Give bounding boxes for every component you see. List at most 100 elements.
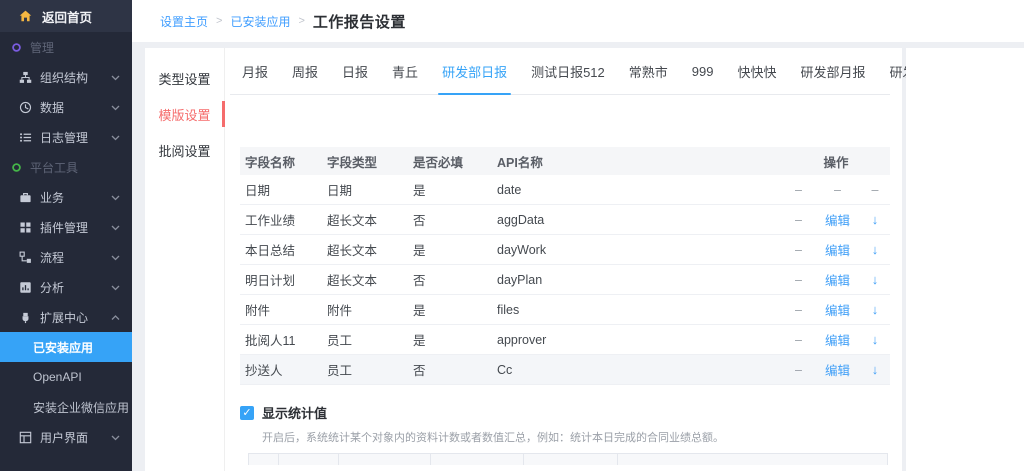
settings-menu: 类型设置 模版设置 批阅设置 [145, 48, 225, 471]
sidebar-home-button[interactable]: 返回首页 [0, 0, 132, 32]
edit-link[interactable]: 编辑 [815, 300, 860, 319]
sidebar-item-plugins[interactable]: 插件管理 [0, 212, 132, 242]
move-down-icon[interactable]: ↓ [860, 272, 890, 287]
tab-rnd-daily[interactable]: 研发部日报 [430, 48, 519, 94]
settings-menu-type[interactable]: 类型设置 [145, 60, 224, 96]
action-dash: – [815, 183, 860, 197]
cell-api-name: approver [497, 333, 782, 347]
sidebar-item-data[interactable]: 数据 [0, 92, 132, 122]
cell-api-name: dayPlan [497, 273, 782, 287]
sidebar-menu: 管理 组织结构 数据 日志管理 平台工具 业务 插件管理 [0, 32, 132, 452]
breadcrumb-settings-home[interactable]: 设置主页 [160, 13, 208, 30]
tab-kuaikuaikuai[interactable]: 快快快 [726, 48, 789, 94]
sidebar-item-extension-center[interactable]: 扩展中心 [0, 302, 132, 332]
cell-required: 否 [413, 360, 497, 379]
sidebar-home-label: 返回首页 [42, 7, 92, 26]
cell-field-type: 超长文本 [327, 210, 413, 229]
edit-link[interactable]: 编辑 [815, 210, 860, 229]
action-dash: – [782, 333, 815, 347]
sidebar-group-label: 管理 [30, 39, 54, 56]
sidebar-item-label: 插件管理 [40, 219, 88, 236]
col-header-actions: 操作 [782, 152, 890, 171]
sidebar-subitem-install-wecom-app[interactable]: 安装企业微信应用 [0, 392, 132, 422]
show-stats-checkbox[interactable]: ✓ [240, 406, 254, 420]
table-row: 抄送人 员工 否 Cc – 编辑 ↓ [240, 355, 890, 385]
page-title: 工作报告设置 [313, 11, 406, 32]
tab-qingqiu[interactable]: 青丘 [380, 48, 430, 94]
table-header-row: 字段名称 字段类型 是否必填 API名称 操作 [240, 147, 890, 175]
tab-rnd-monthly[interactable]: 研发部月报 [789, 48, 878, 94]
sidebar-item-org[interactable]: 组织结构 [0, 62, 132, 92]
chevron-down-icon [111, 218, 120, 236]
cell-field-name: 批阅人11 [240, 330, 327, 349]
sidebar-item-label: 用户界面 [40, 429, 88, 446]
sidebar-item-label: 分析 [40, 279, 64, 296]
col-header-field-type: 字段类型 [327, 152, 413, 171]
sidebar: 返回首页 管理 组织结构 数据 日志管理 平台工具 业务 [0, 0, 132, 471]
move-down-icon[interactable]: ↓ [860, 362, 890, 377]
cell-field-type: 员工 [327, 360, 413, 379]
edit-link[interactable]: 编辑 [815, 270, 860, 289]
edit-link[interactable]: 编辑 [815, 240, 860, 259]
chevron-down-icon [111, 188, 120, 206]
cell-api-name: date [497, 183, 782, 197]
cell-required: 是 [413, 240, 497, 259]
edit-link[interactable]: 编辑 [815, 360, 860, 379]
move-down-icon[interactable]: ↓ [860, 332, 890, 347]
breadcrumb-installed-apps[interactable]: 已安装应用 [230, 13, 290, 30]
sidebar-subitem-installed-apps[interactable]: 已安装应用 [0, 332, 132, 362]
tab-daily[interactable]: 日报 [330, 48, 380, 94]
cell-field-name: 本日总结 [240, 240, 327, 259]
sidebar-item-label: 组织结构 [40, 69, 88, 86]
cell-api-name: aggData [497, 213, 782, 227]
action-dash: – [782, 183, 815, 197]
sidebar-item-analytics[interactable]: 分析 [0, 272, 132, 302]
move-down-icon[interactable]: ↓ [860, 302, 890, 317]
briefcase-icon [19, 191, 32, 204]
cell-field-type: 员工 [327, 330, 413, 349]
ring-purple-icon [10, 41, 23, 54]
move-down-icon[interactable]: ↓ [860, 242, 890, 257]
edit-link[interactable]: 编辑 [815, 330, 860, 349]
sidebar-item-user-interface[interactable]: 用户界面 [0, 422, 132, 452]
action-dash: – [782, 213, 815, 227]
home-icon [19, 10, 32, 23]
cell-api-name: dayWork [497, 243, 782, 257]
cell-required: 否 [413, 210, 497, 229]
chevron-down-icon [111, 248, 120, 266]
partial-table-cutoff [248, 453, 888, 465]
cell-field-name: 日期 [240, 180, 327, 199]
chevron-down-icon [111, 428, 120, 446]
sidebar-item-label: 数据 [40, 99, 64, 116]
sidebar-item-logs[interactable]: 日志管理 [0, 122, 132, 152]
cell-required: 否 [413, 270, 497, 289]
cell-field-type: 附件 [327, 300, 413, 319]
settings-menu-template[interactable]: 模版设置 [145, 96, 224, 132]
tab-changshu[interactable]: 常熟市 [617, 48, 680, 94]
sidebar-item-label: 流程 [40, 249, 64, 266]
sidebar-item-label: 业务 [40, 189, 64, 206]
sidebar-item-label: 扩展中心 [40, 309, 88, 326]
tab-monthly[interactable]: 月报 [230, 48, 280, 94]
col-header-required: 是否必填 [413, 152, 497, 171]
cell-field-name: 抄送人 [240, 360, 327, 379]
tab-test-daily-512[interactable]: 测试日报512 [519, 48, 617, 94]
report-tabs: 月报 周报 日报 青丘 研发部日报 测试日报512 常熟市 999 快快快 研发… [230, 48, 890, 95]
breadcrumb-separator: > [216, 15, 222, 27]
cell-api-name: files [497, 303, 782, 317]
sidebar-item-business[interactable]: 业务 [0, 182, 132, 212]
cell-required: 是 [413, 330, 497, 349]
move-down-icon[interactable]: ↓ [860, 212, 890, 227]
col-header-field-name: 字段名称 [240, 152, 327, 171]
tab-weekly[interactable]: 周报 [280, 48, 330, 94]
chevron-down-icon [111, 128, 120, 146]
action-dash: – [782, 273, 815, 287]
sidebar-item-workflow[interactable]: 流程 [0, 242, 132, 272]
cell-field-type: 超长文本 [327, 270, 413, 289]
clock-icon [19, 101, 32, 114]
sidebar-item-label: 日志管理 [40, 129, 88, 146]
sidebar-subitem-openapi[interactable]: OpenAPI [0, 362, 132, 392]
tab-999[interactable]: 999 [680, 48, 726, 94]
table-row: 批阅人11 员工 是 approver – 编辑 ↓ [240, 325, 890, 355]
settings-menu-review[interactable]: 批阅设置 [145, 132, 224, 168]
